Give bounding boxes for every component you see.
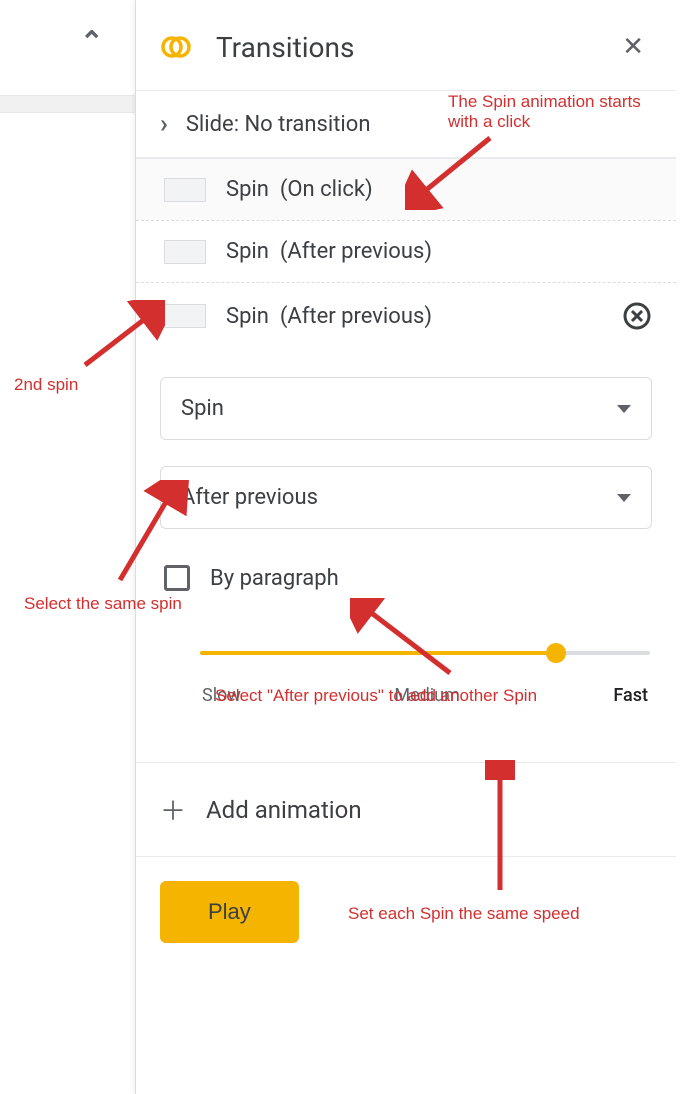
slider-fill (200, 651, 556, 655)
animation-editor: Spin After previous By paragraph Slow Me… (136, 349, 676, 720)
slider-labels: Slow Medium Fast (200, 663, 650, 706)
by-paragraph-label: By paragraph (210, 566, 339, 591)
background-sliver: ⌃ (0, 0, 135, 1094)
add-animation-button[interactable]: ＋ Add animation (136, 762, 676, 856)
panel-title: Transitions (216, 31, 614, 64)
animation-type-dropdown[interactable]: Spin (160, 377, 652, 440)
chevron-right-icon: › (160, 109, 168, 139)
ruler-bar (0, 95, 135, 113)
play-button[interactable]: Play (160, 881, 299, 943)
object-thumb-icon (164, 178, 206, 202)
chevron-down-icon (617, 405, 631, 413)
panel-header: Transitions ✕ (136, 0, 676, 91)
animation-row[interactable]: Spin (After previous) (136, 220, 676, 282)
play-area: Play (136, 856, 676, 967)
medium-label: Medium (394, 685, 460, 706)
plus-icon: ＋ (160, 791, 186, 828)
transitions-icon (160, 31, 192, 63)
speed-slider[interactable] (200, 643, 650, 663)
slide-transition-label: Slide: No transition (186, 112, 371, 137)
collapse-chevron-icon[interactable]: ⌃ (80, 25, 103, 58)
add-animation-label: Add animation (206, 796, 362, 824)
animation-label: Spin (On click) (226, 177, 373, 202)
slide-transition-row[interactable]: › Slide: No transition (136, 91, 676, 158)
animation-label: Spin (After previous) (226, 304, 432, 329)
remove-animation-icon[interactable] (622, 301, 652, 331)
close-icon[interactable]: ✕ (614, 28, 652, 66)
dropdown-value: Spin (181, 396, 617, 421)
by-paragraph-row: By paragraph (160, 555, 652, 599)
animation-row[interactable]: Spin (On click) (136, 158, 676, 220)
slider-thumb[interactable] (546, 643, 566, 663)
object-thumb-icon (164, 240, 206, 264)
object-thumb-icon (164, 304, 206, 328)
speed-slider-wrap: Slow Medium Fast (160, 599, 652, 716)
dropdown-value: After previous (181, 485, 617, 510)
slow-label: Slow (202, 685, 241, 706)
fast-label: Fast (613, 685, 648, 706)
animation-label: Spin (After previous) (226, 239, 432, 264)
chevron-down-icon (617, 494, 631, 502)
animation-trigger-dropdown[interactable]: After previous (160, 466, 652, 529)
by-paragraph-checkbox[interactable] (164, 565, 190, 591)
transitions-panel: Transitions ✕ › Slide: No transition Spi… (135, 0, 676, 1094)
animation-row-selected[interactable]: Spin (After previous) (136, 282, 676, 349)
